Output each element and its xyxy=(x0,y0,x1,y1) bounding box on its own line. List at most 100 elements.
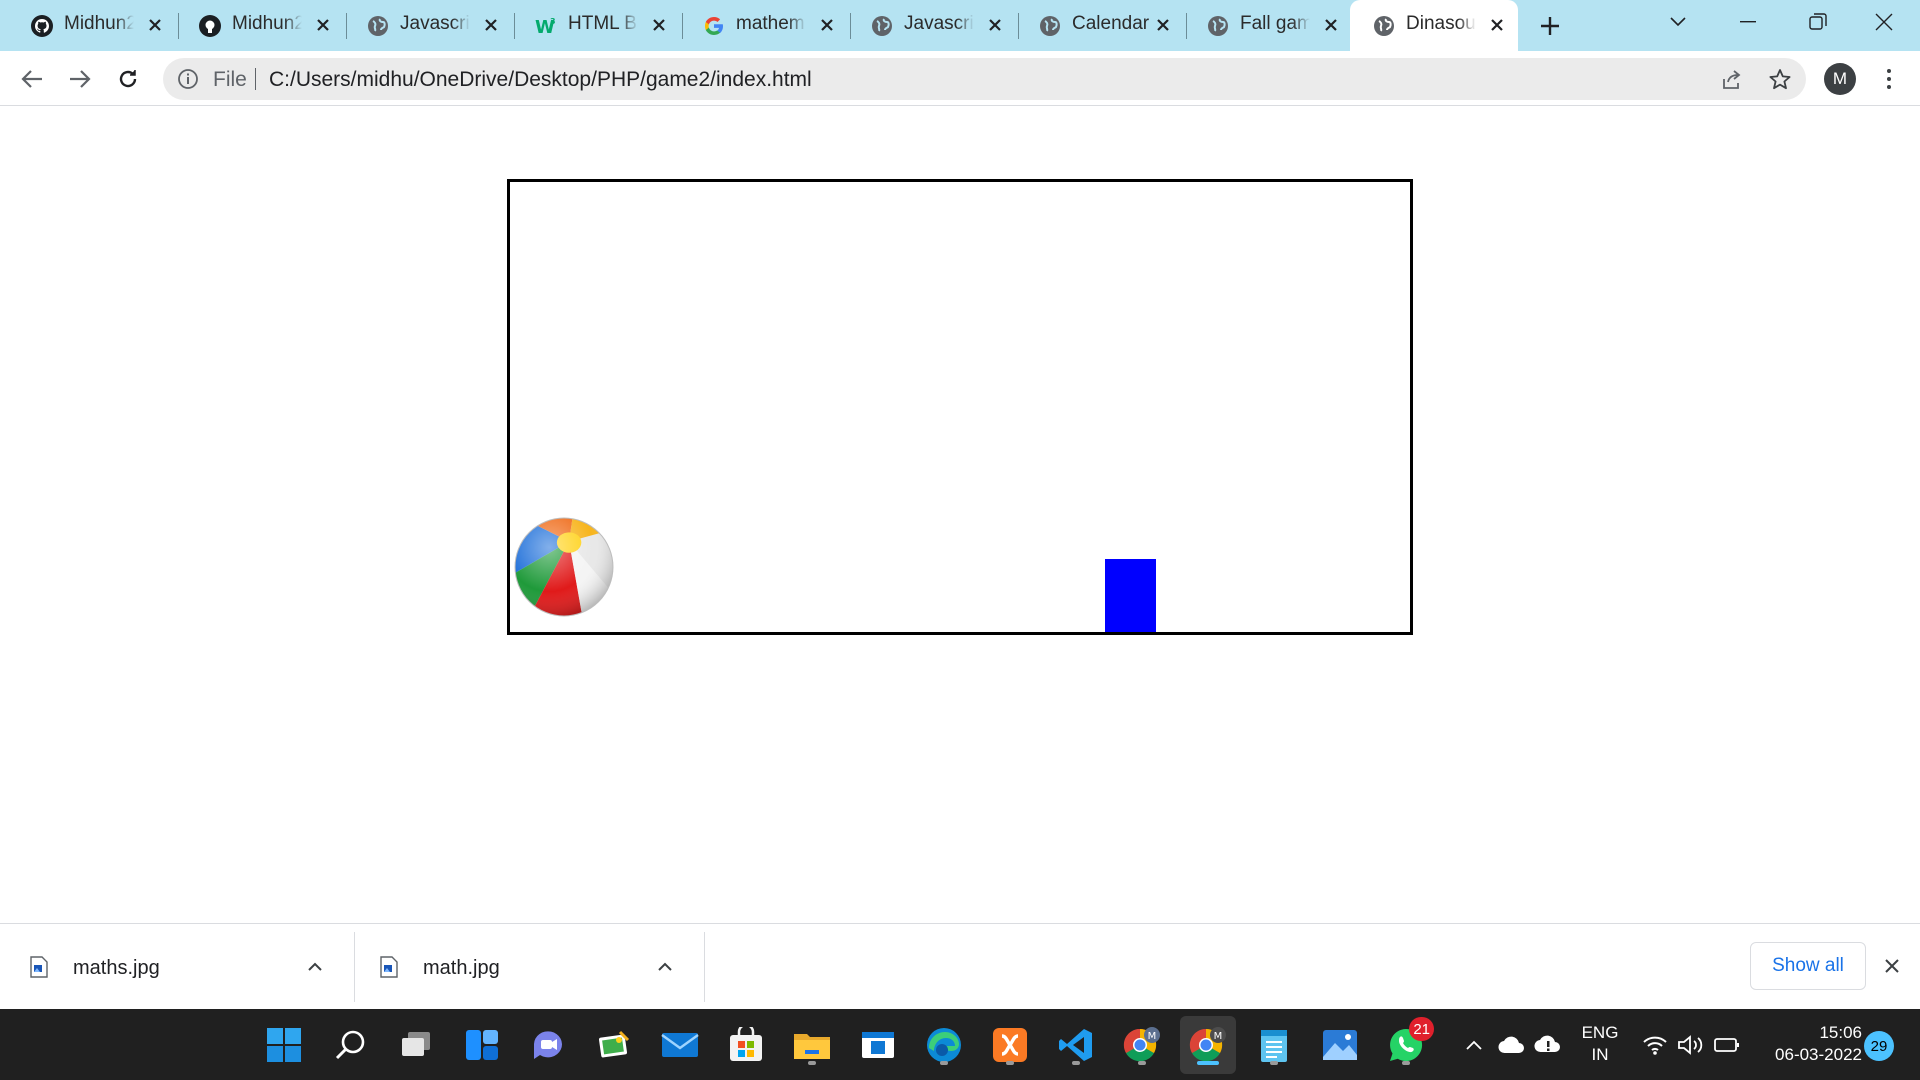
microsoft-store-button[interactable] xyxy=(724,1023,768,1067)
bookmark-star-icon[interactable] xyxy=(1767,67,1793,93)
language-indicator[interactable]: ENG IN xyxy=(1572,1022,1628,1066)
search-icon xyxy=(335,1030,365,1060)
close-tab-icon[interactable] xyxy=(1486,14,1508,36)
notepad-button[interactable] xyxy=(1252,1023,1296,1067)
github-icon xyxy=(199,15,221,37)
globe-icon xyxy=(1208,16,1228,36)
download-separator xyxy=(704,932,705,1002)
tab-title: Midhun2 xyxy=(232,13,302,34)
vscode-button[interactable] xyxy=(1054,1023,1098,1067)
tab-6[interactable]: Javascrip xyxy=(848,0,1016,51)
back-arrow-icon xyxy=(21,70,42,88)
photos-button[interactable] xyxy=(1318,1023,1362,1067)
close-tab-icon[interactable] xyxy=(816,14,838,36)
show-all-downloads-button[interactable]: Show all xyxy=(1750,942,1866,990)
w3schools-icon: W3 xyxy=(535,17,556,38)
close-tab-icon[interactable] xyxy=(1320,14,1342,36)
notepad-icon xyxy=(1261,1030,1287,1062)
cloud-icon xyxy=(1498,1036,1524,1054)
running-indicator xyxy=(1006,1061,1014,1065)
tab-search-button[interactable] xyxy=(1646,0,1710,44)
download-filename: math.jpg xyxy=(423,957,500,979)
mail-button[interactable] xyxy=(658,1023,702,1067)
running-indicator xyxy=(808,1061,816,1065)
reload-button[interactable] xyxy=(110,61,146,97)
whatsapp-button[interactable]: 21 xyxy=(1384,1017,1434,1067)
running-indicator xyxy=(1072,1061,1080,1065)
xampp-button[interactable] xyxy=(988,1023,1032,1067)
close-tab-icon[interactable] xyxy=(648,14,670,36)
share-icon[interactable] xyxy=(1719,67,1745,93)
onedrive-tray-button[interactable] xyxy=(1492,1023,1532,1067)
tab-title: Fall gam xyxy=(1240,13,1310,34)
photos-app-button[interactable] xyxy=(592,1023,636,1067)
download-item[interactable]: maths.jpg xyxy=(0,934,352,1000)
address-bar[interactable]: File C:/Users/midhu/OneDrive/Desktop/PHP… xyxy=(163,58,1806,100)
tab-9-active[interactable]: Dinasour xyxy=(1350,0,1518,51)
running-indicator xyxy=(1402,1061,1410,1065)
start-button[interactable] xyxy=(262,1023,306,1067)
tab-1[interactable]: Midhun2 xyxy=(8,0,176,51)
teams-chat-button[interactable] xyxy=(526,1023,570,1067)
profile-avatar[interactable]: M xyxy=(1824,63,1856,95)
chrome-icon: M xyxy=(1189,1027,1226,1062)
tab-3[interactable]: Javascrip xyxy=(344,0,512,51)
tab-4[interactable]: W3 HTML Ba xyxy=(512,0,680,51)
notification-count-badge[interactable]: 29 xyxy=(1864,1031,1894,1061)
tab-2[interactable]: Midhun2 xyxy=(176,0,344,51)
restore-button[interactable] xyxy=(1786,0,1850,44)
info-icon[interactable] xyxy=(177,68,199,90)
image-file-icon xyxy=(30,956,48,978)
svg-text:3: 3 xyxy=(550,17,556,26)
cloud-alert-icon xyxy=(1534,1035,1560,1053)
tab-title: Midhun2 xyxy=(64,13,134,34)
tab-5[interactable]: mathem xyxy=(680,0,848,51)
onedrive-error-button[interactable] xyxy=(1528,1023,1568,1067)
omnibox-divider xyxy=(255,68,256,90)
close-tab-icon[interactable] xyxy=(144,14,166,36)
browser-menu-icon[interactable] xyxy=(1874,63,1904,95)
close-tab-icon[interactable] xyxy=(312,14,334,36)
close-tab-icon[interactable] xyxy=(480,14,502,36)
battery-button[interactable] xyxy=(1706,1023,1748,1067)
new-tab-button[interactable] xyxy=(1518,4,1582,48)
download-shelf: maths.jpg math.jpg Show all xyxy=(0,923,1920,1009)
chrome-profile-initial: M xyxy=(1148,1031,1157,1042)
reload-icon xyxy=(119,70,137,88)
widgets-button[interactable] xyxy=(460,1023,504,1067)
task-view-button[interactable] xyxy=(394,1023,438,1067)
chrome-active-button[interactable]: M xyxy=(1186,1023,1230,1067)
forward-button[interactable] xyxy=(62,61,98,97)
file-explorer-button[interactable] xyxy=(790,1023,834,1067)
close-shelf-icon[interactable] xyxy=(1878,952,1906,980)
globe-icon xyxy=(1040,16,1060,36)
back-button[interactable] xyxy=(14,61,50,97)
download-item[interactable]: math.jpg xyxy=(350,934,702,1000)
minimize-icon xyxy=(1740,21,1756,23)
photos-icon xyxy=(1323,1030,1357,1060)
search-button[interactable] xyxy=(328,1023,372,1067)
forward-arrow-icon xyxy=(70,70,91,88)
url-text[interactable]: C:/Users/midhu/OneDrive/Desktop/PHP/game… xyxy=(269,68,812,92)
tab-title: Javascrip xyxy=(904,13,974,34)
chevron-up-icon[interactable] xyxy=(652,954,678,980)
close-tab-icon[interactable] xyxy=(1152,14,1174,36)
speaker-icon xyxy=(1678,1035,1703,1055)
tab-7[interactable]: Calendar xyxy=(1016,0,1184,51)
chrome-profile-button[interactable]: M xyxy=(1120,1023,1164,1067)
wifi-icon xyxy=(1643,1036,1667,1055)
obstacle-block xyxy=(1105,559,1156,632)
tab-title: mathem xyxy=(736,13,805,34)
edge-browser-button[interactable] xyxy=(922,1023,966,1067)
clock[interactable]: 15:06 06-03-2022 xyxy=(1752,1022,1862,1066)
close-window-button[interactable] xyxy=(1852,0,1916,44)
app-window-button[interactable] xyxy=(856,1023,900,1067)
close-tab-icon[interactable] xyxy=(984,14,1006,36)
show-hidden-icons-button[interactable] xyxy=(1454,1023,1494,1067)
tab-8[interactable]: Fall gam xyxy=(1184,0,1352,51)
minimize-button[interactable] xyxy=(1716,0,1780,44)
chevron-up-icon[interactable] xyxy=(302,954,328,980)
globe-icon xyxy=(368,16,388,36)
game-canvas[interactable] xyxy=(507,179,1413,635)
language-code: ENG xyxy=(1581,1023,1619,1042)
